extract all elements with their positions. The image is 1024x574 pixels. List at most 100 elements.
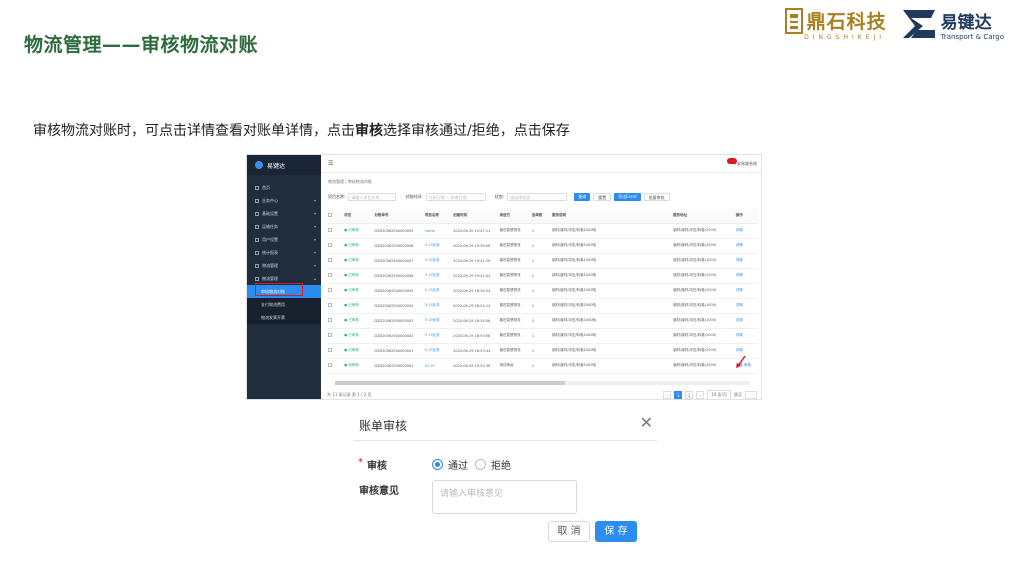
sidebar-item-logistics[interactable]: 物流管理 ▾ xyxy=(247,259,321,272)
row-op-cell: 详情 xyxy=(735,328,758,344)
batch-audit-button[interactable]: 批量审核 xyxy=(643,193,670,201)
row-checkbox[interactable] xyxy=(328,303,332,307)
row-checkbox[interactable] xyxy=(328,228,332,232)
opinion-textarea[interactable]: 请输入审核意见 xyxy=(432,480,577,514)
row-op[interactable]: 详情 xyxy=(736,303,743,307)
row-checkbox[interactable] xyxy=(328,258,332,262)
row-addr-cell: 钢材/废材/冲压/料卷(1000) xyxy=(673,253,736,269)
row-checkbox[interactable] xyxy=(328,318,332,322)
row-checkbox[interactable] xyxy=(328,273,332,277)
col-op: 操作 xyxy=(735,209,758,224)
row-checkbox[interactable] xyxy=(328,348,332,352)
row-addr-cell: 钢材/废材/冲压/料卷(1000) xyxy=(673,238,736,254)
row-time-cell: 2020-06-29 18:53:44 xyxy=(453,343,500,359)
sidebar-item-business[interactable]: 业务中心 ▾ xyxy=(247,194,321,207)
row-status-cell: ● 已审核 xyxy=(344,343,375,359)
row-project-cell: 5.15业务 xyxy=(424,328,454,344)
row-checkbox[interactable] xyxy=(328,243,332,247)
dialog-divider xyxy=(353,440,657,441)
col-no: 对账单号 xyxy=(374,209,425,224)
page-1-button[interactable]: 1 xyxy=(674,391,683,399)
radio-reject-dot xyxy=(475,459,486,470)
radio-pass[interactable]: 通过 xyxy=(432,457,468,472)
search-button[interactable]: 查询 xyxy=(574,193,591,201)
sidebar-item-transport[interactable]: 运输任务 ▾ xyxy=(247,220,321,233)
save-button[interactable]: 保 存 xyxy=(595,521,637,542)
audit-label: 审核 xyxy=(367,461,387,472)
row-no: DZD20062500000001 xyxy=(374,348,414,353)
row-desc-cell: 钢材/废材/冲压/料卷1000吨 xyxy=(552,268,674,284)
sidebar-item-settings[interactable]: 基础设置 ▾ xyxy=(247,207,321,220)
row-project: 5.15业务 xyxy=(424,333,440,337)
radio-reject[interactable]: 拒绝 xyxy=(475,457,511,472)
close-icon[interactable]: ✕ xyxy=(640,413,653,432)
main-pane: ☰ 平安易顺系统 物流管理 / 审核物流对账 项目名称: 请输入项目名称 对账时… xyxy=(321,155,761,399)
sidebar-item-home[interactable]: 首页 xyxy=(247,181,321,194)
page-2-button[interactable]: 2 xyxy=(685,391,694,399)
user-icon xyxy=(255,237,259,242)
app-brand: 易键达 xyxy=(247,155,321,175)
logistics-icon xyxy=(255,263,259,268)
row-addr-cell: 钢材/废材/冲压/料卷(1000) xyxy=(673,298,736,314)
status-label: 状态: xyxy=(494,194,505,199)
sidebar-sub-invoice[interactable]: 物流发票开票 xyxy=(247,311,321,324)
row-checkbox[interactable] xyxy=(328,333,332,337)
row-desc-cell: 钢材/废材/冲压/料卷1000吨 xyxy=(552,328,674,344)
project-input[interactable]: 请输入项目名称 xyxy=(348,193,397,201)
row-op[interactable]: 详情 xyxy=(736,258,743,262)
page-size-select[interactable]: 10 条/页 xyxy=(707,390,731,399)
row-desc-cell: 钢材/废材/冲压/料卷1000吨 xyxy=(552,223,674,239)
row-desc: 钢材/废材/冲压/料卷1000吨 xyxy=(552,273,596,277)
table-row: ● 已审核 DZD20062500000007 5.15业务 2020-06-29 1… xyxy=(328,253,758,269)
row-addr-cell: 钢材/废材/冲压/料卷(1000) xyxy=(673,313,736,329)
status-select[interactable]: 请选择状态 xyxy=(507,193,568,201)
row-no: DZD20062500000009 xyxy=(374,228,414,233)
row-op[interactable]: 详情 xyxy=(736,243,743,247)
row-count: 1 xyxy=(531,333,535,338)
row-no-cell: DZD20062500000005 xyxy=(374,283,425,299)
sidebar-item-users[interactable]: 用户设置 ▾ xyxy=(247,233,321,246)
col-addr: 服务地址 xyxy=(673,209,736,224)
row-no-cell: DZD20062500000008 xyxy=(374,238,425,254)
row-status-cell: ● 待审核 xyxy=(344,358,375,374)
row-op[interactable]: 详情 xyxy=(736,273,743,277)
row-no: DZD20062500000006 xyxy=(374,273,414,278)
prev-page-button[interactable]: ‹ xyxy=(663,391,672,399)
jump-input[interactable] xyxy=(745,391,757,399)
row-checkbox[interactable] xyxy=(328,288,332,292)
scrollbar-thumb[interactable] xyxy=(335,381,565,385)
row-project-cell: 5.15业务 xyxy=(424,238,454,254)
pagination: 共 11 条记录 第 1 / 2 页 ‹ 1 2 › 10 条/页 跳至 xyxy=(327,390,757,399)
row-checkbox[interactable] xyxy=(328,363,332,367)
yijianda-logo: 易键达 Transport & Cargo xyxy=(901,6,1004,42)
filter-bar: 项目名称: 请输入项目名称 对账时间: 开始日期 ~ 结束日期 状态: 请选择状… xyxy=(321,185,761,201)
chevron-down-icon: ▾ xyxy=(313,211,316,216)
sidebar-item-reports[interactable]: 统计报表 ▾ xyxy=(247,246,321,259)
intro-part2: 选择审核通过/拒绝，点击保存 xyxy=(383,123,570,139)
row-carrier-cell: 鼎石智慧物流 xyxy=(499,343,532,359)
row-carrier-cell: 鼎石智慧物流 xyxy=(499,328,532,344)
row-op[interactable]: 详情 xyxy=(736,318,743,322)
row-count-cell: 1 xyxy=(531,268,553,284)
date-range-input[interactable]: 开始日期 ~ 结束日期 xyxy=(425,193,486,201)
cancel-button[interactable]: 取 消 xyxy=(548,521,590,542)
radio-reject-label: 拒绝 xyxy=(491,461,511,472)
row-op[interactable]: 详情 xyxy=(736,228,743,232)
topbar-user[interactable]: 平安易顺系统 xyxy=(733,161,757,167)
export-button[interactable]: 导出Excel xyxy=(614,193,641,201)
row-op[interactable]: 详情 xyxy=(736,288,743,292)
row-op[interactable]: 详情 xyxy=(736,333,743,337)
row-status-cell: ● 已审核 xyxy=(344,283,375,299)
sidebar-sub-payment[interactable]: 支付物流费用 xyxy=(247,298,321,311)
next-page-button[interactable]: › xyxy=(696,391,705,399)
select-all-checkbox[interactable] xyxy=(328,213,332,218)
row-time-cell: 2020-06-09 15:53:36 xyxy=(453,358,500,374)
reset-button[interactable]: 重置 xyxy=(593,193,612,201)
row-op[interactable]: 详情 xyxy=(736,348,743,352)
row-no-cell: DZD20062500000009 xyxy=(374,223,425,239)
row-count: 1 xyxy=(531,303,535,308)
menu-toggle-icon[interactable]: ☰ xyxy=(328,160,333,167)
horizontal-scrollbar[interactable] xyxy=(335,381,750,385)
sidebar-menu: 首页 业务中心 ▾ 基础设置 ▾ 运输任务 ▾ 用户设置 ▾ 统计报表 ▾ 物流管理 ▾ 物… xyxy=(247,175,321,324)
table-row: ● 已审核 DZD20062500000006 5.15业务 2020-06-29 1… xyxy=(328,268,758,284)
